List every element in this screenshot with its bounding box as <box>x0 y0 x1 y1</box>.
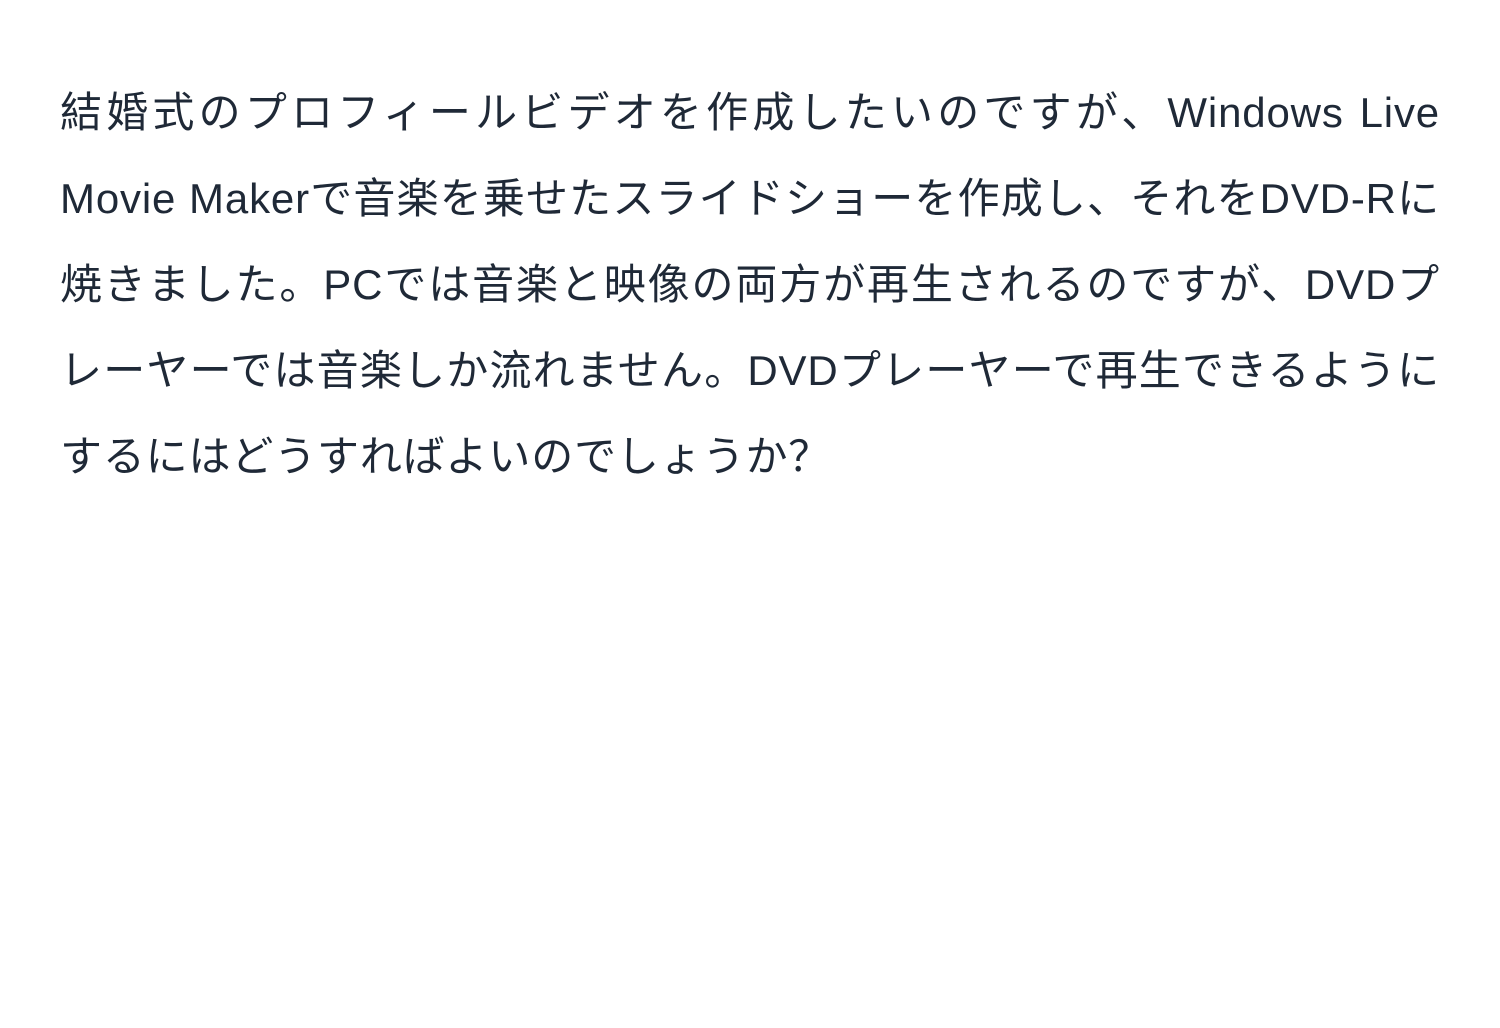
body-text: 結婚式のプロフィールビデオを作成したいのですが、Windows Live Mov… <box>60 70 1440 500</box>
